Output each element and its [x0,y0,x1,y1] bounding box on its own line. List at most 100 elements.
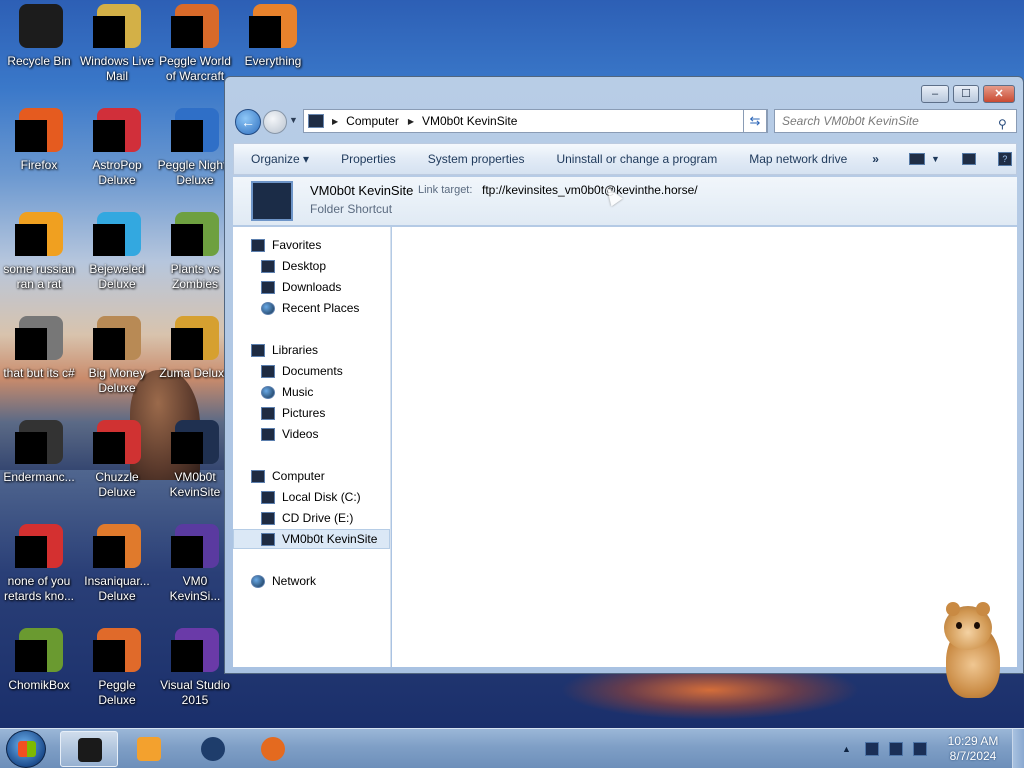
organize-button[interactable]: Organize ▾ [234,152,324,166]
desktop-icon-peggle-deluxe[interactable]: Peggle Deluxe [78,628,156,708]
desktop-icon-label: Windows Live Mail [79,54,155,83]
system-tray: ▲ [842,729,937,768]
help-icon[interactable]: ? [997,152,1012,166]
network-status-icon[interactable] [888,742,903,756]
preview-pane-icon[interactable] [961,153,976,165]
desktop-icon-vm0-kevinsi[interactable]: VM0 KevinSi... [156,524,234,604]
forward-button[interactable] [263,110,287,134]
item-type: Folder Shortcut [310,202,393,216]
media-player-icon [137,737,161,761]
system-properties-button[interactable]: System properties [411,152,540,166]
nav-music[interactable]: Music [261,382,313,402]
nav-documents[interactable]: Documents [261,361,343,381]
nav-local-disk[interactable]: Local Disk (C:) [261,487,361,507]
desktop-icon-endermanc[interactable]: Endermanc... [0,420,78,485]
desktop-icon-peggle-world-of-warcraft[interactable]: Peggle World of Warcraft [156,4,234,84]
nav-pictures[interactable]: Pictures [261,403,325,423]
clock[interactable]: 10:29 AM 8/7/2024 [938,734,1008,764]
desktop-icon-zuma-deluxe[interactable]: Zuma Deluxe [156,316,234,381]
taskbar-media-player[interactable] [120,731,178,767]
firefox-icon [15,108,63,156]
action-center-icon[interactable] [864,742,879,756]
desktop-icon-everything[interactable]: Everything [234,4,312,69]
desktop-icon-visual-studio-2015[interactable]: Visual Studio 2015 [156,628,234,708]
recent-pages-dropdown[interactable]: ▼ [289,115,298,125]
properties-button[interactable]: Properties [324,152,411,166]
desktop-icon-label: Peggle World of Warcraft [159,54,231,83]
taskbar: ▲ 10:29 AM 8/7/2024 [0,728,1024,768]
desktop-icon-that-but-its-c[interactable]: that but its c# [0,316,78,381]
desktop-icon-label: AstroPop Deluxe [92,158,142,187]
peggle-icon [171,4,219,52]
desktop-icon-big-money-deluxe[interactable]: Big Money Deluxe [78,316,156,396]
nav-favorites[interactable]: Favorites [251,235,321,255]
desktop-icon-bejeweled-deluxe[interactable]: Bejeweled Deluxe [78,212,156,292]
breadcrumb-separator-icon[interactable]: ▶ [408,117,414,126]
taskbar-browser[interactable] [184,731,242,767]
desktop-icon-windows-live-mail[interactable]: Windows Live Mail [78,4,156,84]
volume-icon[interactable] [912,742,927,756]
desktop-icon-plants-vs-zombies[interactable]: Plants vs Zombies [156,212,234,292]
change-view-icon[interactable] [908,153,925,165]
nav-recent-places[interactable]: Recent Places [261,298,359,318]
music-icon [261,385,275,399]
desktop-icon-firefox[interactable]: Firefox [0,108,78,173]
desktop-icon-chomikbox[interactable]: ChomikBox [0,628,78,693]
videos-icon [261,427,275,441]
desktop-icon-label: Chuzzle Deluxe [95,470,139,499]
maximize-button[interactable]: ☐ [953,85,979,103]
more-commands-button[interactable]: » [862,152,889,166]
file-list-area[interactable] [392,227,1017,667]
search-icon[interactable]: ⚲ [998,113,1010,131]
uninstall-program-button[interactable]: Uninstall or change a program [539,152,732,166]
firefox-icon [261,737,285,761]
desktop-icon-astropop-deluxe[interactable]: AstroPop Deluxe [78,108,156,188]
computer-icon [251,469,265,483]
desktop-icon-label: Recycle Bin [7,54,71,68]
nav-kevinsite[interactable]: VM0b0t KevinSite [233,529,390,549]
nav-libraries[interactable]: Libraries [251,340,318,360]
cd-drive-icon [261,511,275,525]
breadcrumb-current[interactable]: VM0b0t KevinSite [422,114,517,128]
nav-videos[interactable]: Videos [261,424,318,444]
desktop-icon-chuzzle-deluxe[interactable]: Chuzzle Deluxe [78,420,156,500]
navigation-pane: Favorites Desktop Downloads Recent Place… [233,227,391,667]
desktop-icon-label: Plants vs Zombies [170,262,220,291]
search-input[interactable]: Search VM0b0t KevinSite ⚲ [774,109,1017,133]
taskbar-firefox[interactable] [244,731,302,767]
breadcrumb-separator-icon[interactable]: ▶ [332,117,338,126]
minimize-button[interactable]: ‒ [921,85,949,103]
folder-shortcut-icon [251,181,293,221]
breadcrumb-computer[interactable]: Computer [346,114,399,128]
desktop-icon-insaniquar-deluxe[interactable]: Insaniquar... Deluxe [78,524,156,604]
desktop-icon-peggle-nights-deluxe[interactable]: Peggle Nights Deluxe [156,108,234,188]
back-button[interactable]: ← [235,109,261,135]
view-dropdown-icon[interactable]: ▼ [931,154,940,164]
visual-studio-icon [171,628,219,676]
star-icon [251,238,265,252]
nav-cd-drive[interactable]: CD Drive (E:) [261,508,353,528]
show-desktop-button[interactable] [1012,729,1024,768]
desktop-icon-label: Endermanc... [3,470,75,484]
nav-downloads[interactable]: Downloads [261,277,341,297]
address-bar[interactable]: ▶ Computer ▶ VM0b0t KevinSite ▼ [303,109,768,133]
show-hidden-icons-icon[interactable]: ▲ [842,744,851,754]
desktop-icon-none-of-you-retards-kno[interactable]: none of you retards kno... [0,524,78,604]
desktop-icon-vm0b0t-kevinsite[interactable]: VM0b0t KevinSite [156,420,234,500]
map-network-drive-button[interactable]: Map network drive [732,152,862,166]
desktop-icon-recycle-bin[interactable]: Recycle Bin [0,4,78,69]
big-money-icon [93,316,141,364]
nav-computer[interactable]: Computer [251,466,325,486]
drive-icon [261,490,275,504]
nav-desktop[interactable]: Desktop [261,256,326,276]
computer-icon [308,114,324,128]
nav-network[interactable]: Network [251,571,316,591]
app-icon [15,420,63,468]
desktop-icon-some-russian-ran-a-rat[interactable]: some russian ran a rat [0,212,78,292]
refresh-button[interactable]: ⇆ [743,109,767,133]
taskbar-explorer[interactable] [60,731,118,767]
close-button[interactable]: ✕ [983,85,1015,103]
title-bar[interactable]: ‒ ☐ ✕ [225,77,1023,107]
shortcut-icon [15,316,63,364]
start-button[interactable] [6,730,46,768]
